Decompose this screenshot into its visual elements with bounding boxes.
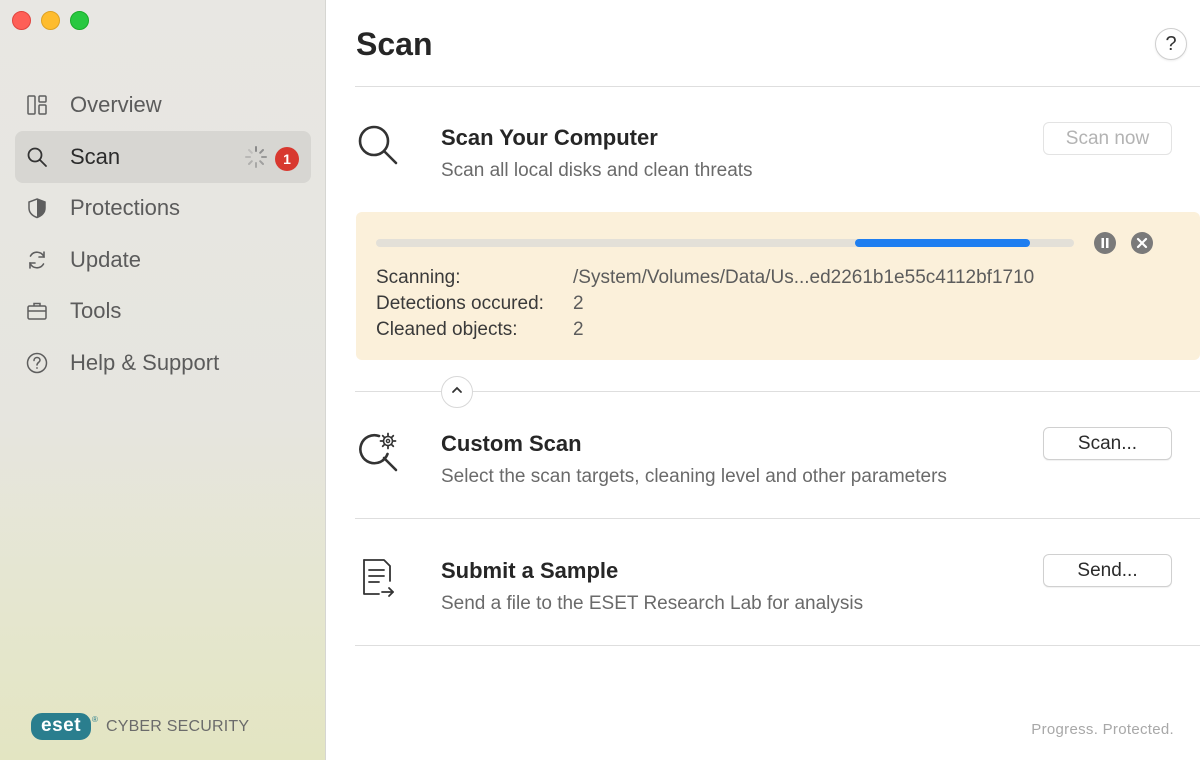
help-button[interactable]: ? xyxy=(1155,28,1187,60)
sidebar-item-protections[interactable]: Protections xyxy=(15,182,311,234)
section-title: Scan Your Computer xyxy=(441,125,658,150)
magnifier-icon xyxy=(355,122,405,172)
divider xyxy=(355,645,1200,646)
progress-track xyxy=(376,239,1074,247)
scan-status: 1 xyxy=(244,145,299,174)
sidebar-item-scan[interactable]: Scan 1 xyxy=(15,130,311,183)
spinner-icon xyxy=(244,145,268,174)
shield-icon xyxy=(25,196,49,220)
scanning-path: /System/Volumes/Data/Us...ed2261b1e55c41… xyxy=(573,267,1035,288)
eset-logo: eset xyxy=(31,713,92,740)
brand: eset ® CYBER SECURITY xyxy=(31,713,249,740)
section-description: Select the scan targets, cleaning level … xyxy=(441,466,947,487)
briefcase-icon xyxy=(25,299,49,323)
document-send-icon xyxy=(355,556,405,606)
divider xyxy=(355,86,1200,87)
custom-scan-button[interactable]: Scan... xyxy=(1043,427,1172,460)
notification-badge: 1 xyxy=(275,147,299,171)
progress-fill xyxy=(854,239,1030,247)
close-window-button[interactable] xyxy=(12,11,31,30)
detections-value: 2 xyxy=(573,293,584,314)
collapse-button[interactable] xyxy=(441,376,473,408)
overview-icon xyxy=(25,93,49,117)
section-description: Scan all local disks and clean threats xyxy=(441,160,753,181)
sidebar-item-label: Protections xyxy=(70,195,181,220)
sidebar-item-label: Scan xyxy=(70,143,121,169)
custom-scan-section: Custom Scan Select the scan targets, cle… xyxy=(355,420,1172,510)
zoom-window-button[interactable] xyxy=(70,11,89,30)
minimize-window-button[interactable] xyxy=(41,11,60,30)
sidebar-item-help-support[interactable]: Help & Support xyxy=(15,337,311,389)
product-name: CYBER SECURITY xyxy=(105,717,250,735)
main-content: Scan ? Scan Your Computer Scan all local… xyxy=(327,0,1200,760)
chevron-up-icon xyxy=(450,383,464,402)
sidebar-item-label: Update xyxy=(70,246,141,272)
divider xyxy=(355,518,1200,519)
divider xyxy=(355,391,1200,392)
refresh-icon xyxy=(25,248,49,272)
sidebar-item-update[interactable]: Update xyxy=(15,234,311,286)
footer-tagline: Progress. Protected. xyxy=(1031,721,1174,738)
cleaned-value: 2 xyxy=(573,319,584,340)
section-description: Send a file to the ESET Research Lab for… xyxy=(441,593,864,614)
sidebar-item-label: Help & Support xyxy=(70,349,220,375)
page-title: Scan xyxy=(356,26,433,62)
sidebar-item-label: Tools xyxy=(70,298,122,323)
window-controls xyxy=(12,11,89,30)
sidebar-item-overview[interactable]: Overview xyxy=(15,79,311,131)
section-title: Submit a Sample xyxy=(441,558,619,583)
cleaned-label: Cleaned objects: xyxy=(376,319,518,340)
scan-now-button[interactable]: Scan now xyxy=(1043,122,1172,155)
submit-sample-section: Submit a Sample Send a file to the ESET … xyxy=(355,548,1172,638)
sidebar-nav: Overview Scan 1 Protections Update Tools… xyxy=(15,79,311,388)
scan-computer-section: Scan Your Computer Scan all local disks … xyxy=(355,110,1172,200)
sidebar-item-tools[interactable]: Tools xyxy=(15,285,311,337)
scanning-label: Scanning: xyxy=(376,267,461,288)
send-sample-button[interactable]: Send... xyxy=(1043,554,1172,587)
stop-icon[interactable] xyxy=(1131,232,1153,254)
detections-label: Detections occured: xyxy=(376,293,544,314)
sidebar-item-label: Overview xyxy=(70,92,162,117)
custom-scan-icon xyxy=(355,428,405,478)
pause-icon[interactable] xyxy=(1094,232,1116,254)
scan-progress-panel: Scanning: /System/Volumes/Data/Us...ed22… xyxy=(356,212,1200,360)
search-icon xyxy=(25,145,49,169)
sidebar: Overview Scan 1 Protections Update Tools… xyxy=(0,0,326,760)
registered-mark: ® xyxy=(92,715,98,724)
section-title: Custom Scan xyxy=(441,431,582,456)
question-icon xyxy=(25,351,49,375)
